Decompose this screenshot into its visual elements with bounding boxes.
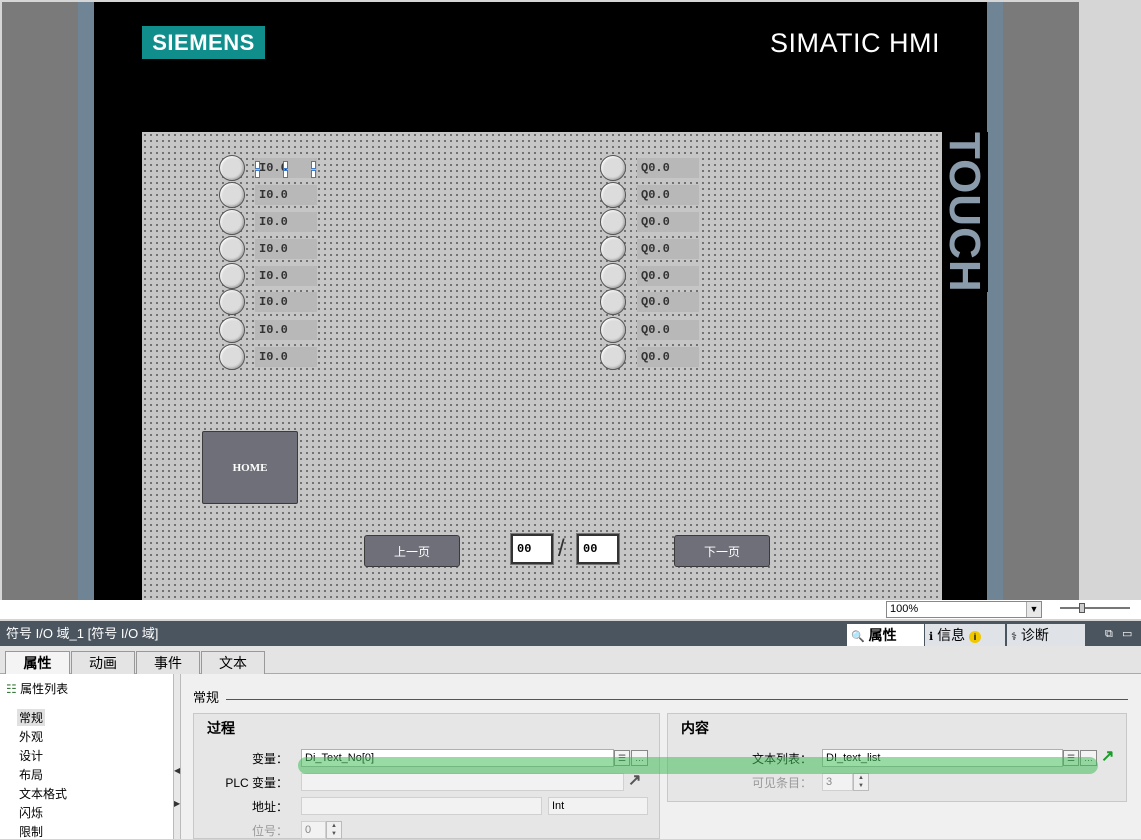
input-io-field[interactable]: I0.0 bbox=[255, 292, 317, 312]
selection-handle[interactable] bbox=[255, 170, 260, 178]
info-icon: ℹ bbox=[929, 631, 934, 643]
output-io-field[interactable]: Q0.0 bbox=[637, 347, 699, 367]
output-indicator-lamp[interactable] bbox=[600, 236, 626, 262]
panel-tab-diagnostics[interactable]: ⚕ 诊断 bbox=[1007, 624, 1085, 646]
property-item-flashing[interactable]: 闪烁 bbox=[19, 804, 43, 821]
pane-splitter[interactable] bbox=[173, 674, 181, 839]
property-item-text-format[interactable]: 文本格式 bbox=[19, 785, 67, 802]
section-divider bbox=[226, 699, 1128, 700]
tab-events[interactable]: 事件 bbox=[136, 651, 200, 674]
input-indicator-lamp[interactable] bbox=[219, 236, 245, 262]
warning-icon: i bbox=[968, 631, 981, 643]
properties-icon: 🔍 bbox=[851, 631, 865, 643]
property-item-layout[interactable]: 布局 bbox=[19, 766, 43, 783]
output-indicator-lamp[interactable] bbox=[600, 289, 626, 315]
output-io-field[interactable]: Q0.0 bbox=[637, 158, 699, 178]
address-label: 地址： bbox=[251, 800, 288, 814]
input-indicator-lamp[interactable] bbox=[219, 263, 245, 289]
panel-tab-properties[interactable]: 🔍 属性 bbox=[847, 624, 924, 646]
expand-right-icon[interactable]: ▶ bbox=[174, 799, 180, 808]
content-group-title: 内容 bbox=[681, 720, 709, 736]
input-io-field[interactable]: I0.0 bbox=[255, 185, 317, 205]
input-indicator-lamp[interactable] bbox=[219, 317, 245, 343]
list-icon: ☷ bbox=[6, 682, 17, 696]
selection-handle[interactable] bbox=[311, 170, 316, 178]
output-io-field[interactable]: Q0.0 bbox=[637, 320, 699, 340]
output-indicator-lamp[interactable] bbox=[600, 209, 626, 235]
tab-properties[interactable]: 属性 bbox=[5, 651, 70, 675]
bit-field: 0 bbox=[301, 821, 326, 839]
visible-items-spinner: ▲ ▼ bbox=[853, 773, 869, 791]
input-indicator-lamp[interactable] bbox=[219, 344, 245, 370]
selection-handle[interactable] bbox=[283, 170, 288, 178]
input-io-field[interactable]: I0.0 bbox=[255, 266, 317, 286]
address-type-field: Int bbox=[548, 797, 648, 815]
input-indicator-lamp[interactable] bbox=[219, 155, 245, 181]
plc-variable-label: PLC 变量： bbox=[225, 776, 288, 790]
collapse-left-icon[interactable]: ◀ bbox=[174, 766, 180, 775]
device-bezel-left bbox=[78, 2, 94, 600]
diagnostics-icon: ⚕ bbox=[1011, 631, 1017, 643]
goto-arrow-icon[interactable]: ↗ bbox=[1101, 746, 1114, 766]
property-item-limits[interactable]: 限制 bbox=[19, 823, 43, 840]
input-indicator-lamp[interactable] bbox=[219, 209, 245, 235]
touch-label: TOUCH bbox=[940, 132, 989, 293]
property-item-general[interactable]: 常规 bbox=[17, 709, 46, 726]
output-io-field[interactable]: Q0.0 bbox=[637, 185, 699, 205]
simatic-hmi-title: SIMATIC HMI bbox=[770, 28, 940, 58]
home-button[interactable]: HOME bbox=[202, 431, 298, 504]
output-io-field[interactable]: Q0.0 bbox=[637, 266, 699, 286]
device-bezel-right bbox=[987, 2, 1003, 600]
input-io-field[interactable]: I0.0 bbox=[255, 239, 317, 259]
bit-label: 位号： bbox=[251, 824, 288, 838]
property-list-header: ☷ 属性列表 bbox=[6, 682, 69, 696]
panel-tab-info[interactable]: ℹ 信息 i bbox=[925, 624, 1005, 646]
section-title: 常规 bbox=[193, 690, 220, 705]
property-item-design[interactable]: 设计 bbox=[19, 747, 43, 764]
input-io-field[interactable]: I0.0 bbox=[255, 347, 317, 367]
variable-label: 变量： bbox=[251, 752, 288, 766]
restore-icon[interactable]: ⧉ bbox=[1105, 628, 1117, 640]
link-highlight bbox=[298, 757, 1098, 774]
minimize-panel-icon[interactable]: ▭ bbox=[1122, 628, 1134, 640]
visible-items-field: 3 bbox=[822, 773, 853, 791]
chevron-down-icon[interactable]: ▼ bbox=[1026, 602, 1041, 617]
siemens-logo: SIEMENS bbox=[142, 26, 265, 59]
input-indicator-lamp[interactable] bbox=[219, 182, 245, 208]
page-separator: / bbox=[558, 535, 565, 562]
total-pages-field[interactable]: 00 bbox=[576, 533, 620, 565]
output-indicator-lamp[interactable] bbox=[600, 263, 626, 289]
plc-variable-field bbox=[301, 773, 624, 791]
input-io-field[interactable]: I0.0 bbox=[255, 320, 317, 340]
bit-spinner: ▲ ▼ bbox=[326, 821, 342, 839]
output-indicator-lamp[interactable] bbox=[600, 317, 626, 343]
output-io-field[interactable]: Q0.0 bbox=[637, 239, 699, 259]
current-page-field[interactable]: 00 bbox=[510, 533, 554, 565]
selection-handle[interactable] bbox=[255, 161, 260, 169]
tab-texts[interactable]: 文本 bbox=[201, 651, 265, 674]
zoom-slider[interactable] bbox=[1060, 607, 1130, 609]
selection-handle[interactable] bbox=[283, 161, 288, 169]
output-indicator-lamp[interactable] bbox=[600, 344, 626, 370]
zoom-select[interactable]: 100% bbox=[886, 601, 1042, 618]
zoom-slider-thumb[interactable] bbox=[1079, 603, 1085, 613]
output-indicator-lamp[interactable] bbox=[600, 182, 626, 208]
output-io-field[interactable]: Q0.0 bbox=[637, 292, 699, 312]
tab-animation[interactable]: 动画 bbox=[71, 651, 135, 674]
input-indicator-lamp[interactable] bbox=[219, 289, 245, 315]
input-io-field[interactable]: I0.0 bbox=[255, 212, 317, 232]
prev-page-button[interactable]: 上一页 bbox=[364, 535, 460, 567]
output-io-field[interactable]: Q0.0 bbox=[637, 212, 699, 232]
next-page-button[interactable]: 下一页 bbox=[674, 535, 770, 567]
visible-items-label: 可见条目： bbox=[751, 776, 812, 790]
output-indicator-lamp[interactable] bbox=[600, 155, 626, 181]
address-field bbox=[301, 797, 542, 815]
process-group-title: 过程 bbox=[207, 720, 235, 736]
selection-handle[interactable] bbox=[311, 161, 316, 169]
property-item-appearance[interactable]: 外观 bbox=[19, 728, 43, 745]
